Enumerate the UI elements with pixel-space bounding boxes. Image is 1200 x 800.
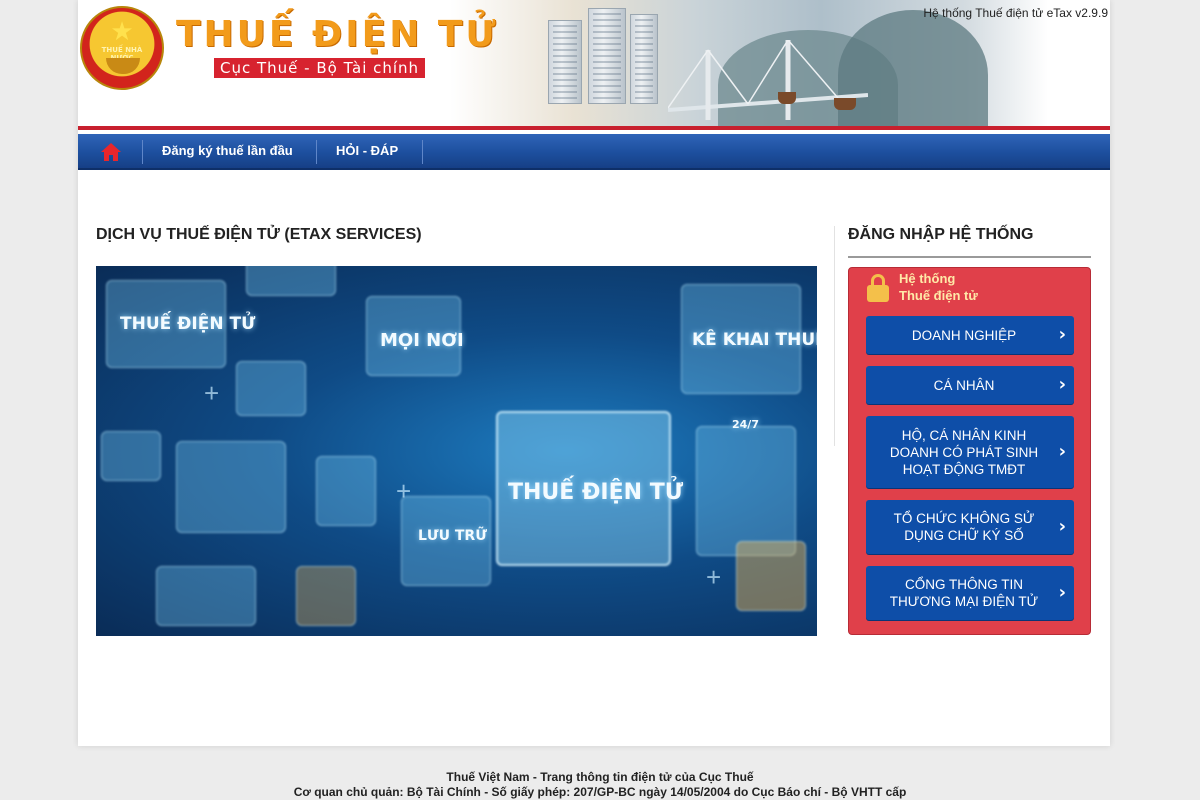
hero-tile: [696, 426, 796, 556]
chevron-right-icon: ›: [1058, 582, 1066, 603]
site-subtitle: Cục Thuế - Bộ Tài chính: [214, 58, 426, 78]
login-organization-no-signature-button[interactable]: TỔ CHỨC KHÔNG SỬ DỤNG CHỮ KÝ SỐ ›: [866, 500, 1074, 554]
plus-icon: +: [204, 378, 220, 408]
chevron-right-icon: ›: [1058, 441, 1066, 462]
hero-tile: [101, 431, 161, 481]
chevron-right-icon: ›: [1058, 374, 1066, 395]
login-business-button[interactable]: DOANH NGHIỆP ›: [866, 316, 1074, 354]
scenery-bridge: [668, 40, 868, 120]
login-button-label: CỔNG THÔNG TIN THƯƠNG MẠI ĐIỆN TỬ: [889, 577, 1039, 609]
header-divider: [78, 126, 1110, 130]
hero-label: THUẾ ĐIỆN TỬ: [120, 314, 256, 334]
site-title: THUẾ ĐIỆN TỬ: [176, 14, 499, 55]
scenery-building: [630, 14, 658, 104]
system-label: Hệ thống: [899, 271, 956, 286]
login-title-rule: [848, 256, 1091, 258]
login-title: ĐĂNG NHẬP HỆ THỐNG: [848, 226, 1034, 243]
system-label-sub: Thuế điện tử: [899, 288, 978, 303]
main-nav: Đăng ký thuế lần đầu HỎI - ĐÁP: [78, 134, 1110, 170]
home-icon[interactable]: [100, 142, 122, 162]
hero-label: LƯU TRỮ: [418, 528, 487, 544]
login-individual-button[interactable]: CÁ NHÂN ›: [866, 366, 1074, 404]
hero-tile: [236, 361, 306, 416]
chevron-right-icon: ›: [1058, 324, 1066, 345]
hero-tile: [156, 566, 256, 626]
hero-tile: [316, 456, 376, 526]
hero-label: MỌI NƠI: [380, 330, 464, 351]
hero-tile: [736, 541, 806, 611]
logo-emblem: ★ THUẾ NHÀ NƯỚC: [80, 6, 164, 90]
hero-tile: [176, 441, 286, 533]
scenery-boat: [834, 98, 856, 110]
footer-line: Thuế Việt Nam - Trang thông tin điện tử …: [446, 770, 754, 784]
page-footer: Thuế Việt Nam - Trang thông tin điện tử …: [0, 770, 1200, 800]
login-button-label: HỘ, CÁ NHÂN KINH DOANH CÓ PHÁT SINH HOẠT…: [889, 427, 1039, 477]
hero-label: KÊ KHAI THUẾ: [692, 330, 817, 350]
page-frame: ★ THUẾ NHÀ NƯỚC THUẾ ĐIỆN TỬ Cục Thuế - …: [78, 0, 1110, 746]
login-panel: Hệ thống Thuế điện tử DOANH NGHIỆP › CÁ …: [848, 267, 1091, 635]
nav-item-first-registration[interactable]: Đăng ký thuế lần đầu: [142, 134, 313, 168]
emblem-gear: [106, 58, 140, 74]
column-divider: [834, 226, 835, 446]
nav-item-faq[interactable]: HỎI - ĐÁP: [316, 134, 418, 168]
scenery-building: [588, 8, 626, 104]
plus-icon: +: [396, 476, 412, 506]
version-label: Hệ thống Thuế điện tử eTax v2.9.9: [923, 6, 1108, 20]
login-button-label: TỔ CHỨC KHÔNG SỬ DỤNG CHỮ KÝ SỐ: [893, 511, 1035, 543]
login-ecommerce-portal-button[interactable]: CỔNG THÔNG TIN THƯƠNG MẠI ĐIỆN TỬ ›: [866, 566, 1074, 620]
login-button-label: DOANH NGHIỆP: [911, 327, 1017, 343]
scenery-building: [548, 20, 582, 104]
scenery-boat: [778, 92, 796, 104]
hero-tile: [246, 266, 336, 296]
header-banner: ★ THUẾ NHÀ NƯỚC THUẾ ĐIỆN TỬ Cục Thuế - …: [78, 0, 1110, 126]
plus-icon: +: [706, 562, 722, 592]
nav-separator: [422, 140, 423, 164]
hero-label: 24/7: [732, 418, 759, 431]
hero-label-main: THUẾ ĐIỆN TỬ: [508, 480, 684, 505]
lock-icon: [867, 274, 889, 302]
hero-tile: [296, 566, 356, 626]
services-title: DỊCH VỤ THUẾ ĐIỆN TỬ (ETAX SERVICES): [96, 226, 422, 243]
hero-banner: + + + THUẾ ĐIỆN TỬ MỌI NƠI KÊ KHAI THUẾ …: [96, 266, 817, 636]
footer-line: Cơ quan chủ quản: Bộ Tài Chính - Số giấy…: [293, 785, 907, 799]
chevron-right-icon: ›: [1058, 516, 1066, 537]
login-button-label: CÁ NHÂN: [933, 377, 995, 393]
star-icon: ★: [110, 16, 134, 46]
login-ecommerce-household-button[interactable]: HỘ, CÁ NHÂN KINH DOANH CÓ PHÁT SINH HOẠT…: [866, 416, 1074, 488]
